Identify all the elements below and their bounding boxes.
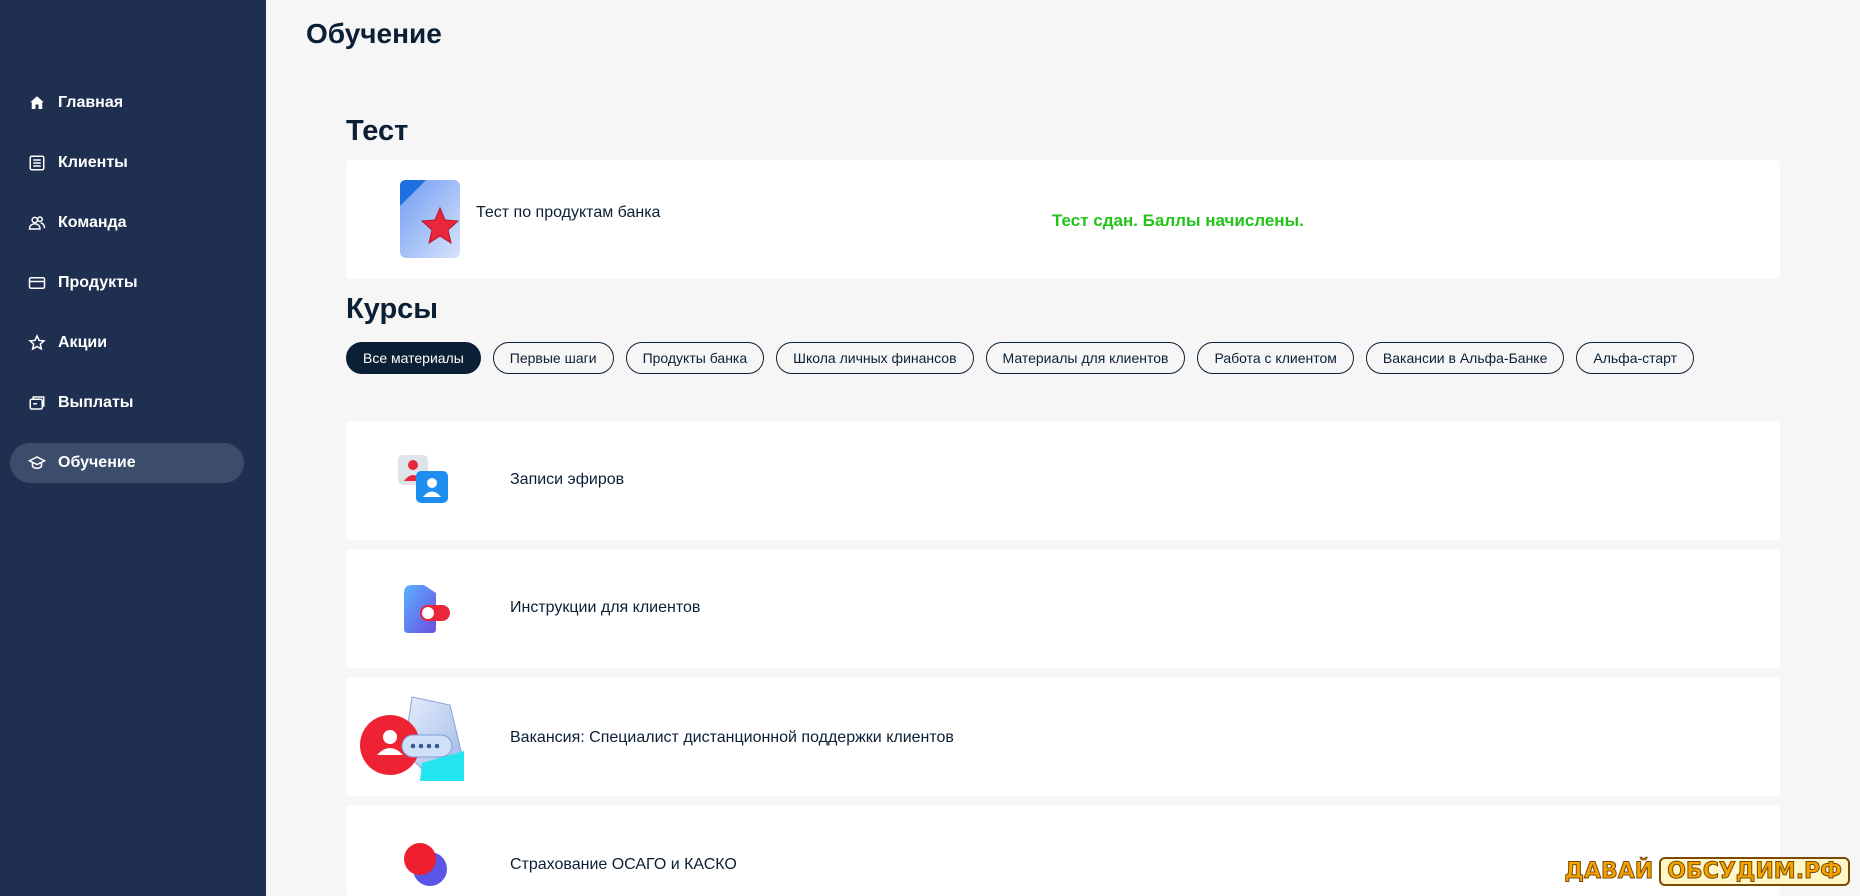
sidebar-item-promotions[interactable]: Акции: [10, 323, 244, 363]
watermark-text-1: ДАВАЙ: [1564, 859, 1654, 885]
page-title: Обучение: [306, 18, 442, 49]
toggle-instructions-icon: [396, 579, 456, 639]
sidebar-item-label: Продукты: [58, 274, 138, 291]
sidebar-item-home[interactable]: Главная: [10, 83, 244, 123]
support-chat-icon: [360, 693, 466, 783]
insurance-circles-icon: [396, 841, 456, 896]
filter-chip-finance-school[interactable]: Школа личных финансов: [776, 342, 974, 374]
course-title: Вакансия: Специалист дистанционной подде…: [510, 729, 954, 746]
graduation-cap-icon: [26, 452, 48, 474]
courses-section-title: Курсы: [346, 293, 439, 325]
payouts-icon: [26, 392, 48, 414]
course-card-vacancy[interactable]: Вакансия: Специалист дистанционной подде…: [346, 677, 1780, 796]
course-filters: Все материалы Первые шаги Продукты банка…: [346, 342, 1695, 374]
filter-chip-first-steps[interactable]: Первые шаги: [492, 342, 614, 374]
sidebar-item-products[interactable]: Продукты: [10, 263, 244, 303]
filter-chip-bank-products[interactable]: Продукты банка: [625, 342, 765, 374]
test-section-title: Тест: [346, 115, 409, 147]
main-content: Обучение Тест Тест по продуктам банка Те…: [266, 0, 1860, 896]
watermark-text-2: ОБСУДИМ.РФ: [1659, 857, 1850, 886]
filter-chip-alfa-start[interactable]: Альфа-старт: [1576, 342, 1695, 374]
sidebar-item-clients[interactable]: Клиенты: [10, 143, 244, 183]
test-card[interactable]: Тест по продуктам банка Тест сдан. Баллы…: [346, 160, 1780, 279]
filter-chip-vacancies[interactable]: Вакансии в Альфа-Банке: [1365, 342, 1565, 374]
course-title: Страхование ОСАГО и КАСКО: [510, 856, 737, 873]
sidebar-item-label: Акции: [58, 334, 108, 351]
broadcast-recordings-icon: [396, 451, 456, 511]
sidebar-item-label: Выплаты: [58, 394, 134, 411]
sidebar-item-payouts[interactable]: Выплаты: [10, 383, 244, 423]
filter-chip-all[interactable]: Все материалы: [346, 342, 481, 374]
star-icon: [26, 332, 48, 354]
sidebar-item-label: Клиенты: [58, 154, 128, 171]
sidebar: Главная Клиенты Команда Продукты Акции В…: [0, 0, 266, 896]
course-card-broadcasts[interactable]: Записи эфиров: [346, 421, 1780, 540]
home-icon: [26, 92, 48, 114]
test-name: Тест по продуктам банка: [476, 204, 661, 221]
sidebar-item-label: Обучение: [58, 454, 136, 471]
list-icon: [26, 152, 48, 174]
watermark-logo: ДАВАЙ ОБСУДИМ.РФ: [1564, 857, 1850, 886]
test-document-star-icon: [396, 176, 466, 262]
filter-chip-client-work[interactable]: Работа с клиентом: [1197, 342, 1354, 374]
filter-chip-client-materials[interactable]: Материалы для клиентов: [985, 342, 1186, 374]
course-title: Записи эфиров: [510, 471, 625, 488]
course-card-instructions[interactable]: Инструкции для клиентов: [346, 549, 1780, 668]
sidebar-item-learning[interactable]: Обучение: [10, 443, 244, 483]
card-icon: [26, 272, 48, 294]
test-status: Тест сдан. Баллы начислены.: [1052, 211, 1304, 230]
course-title: Инструкции для клиентов: [510, 599, 701, 616]
team-icon: [26, 212, 48, 234]
sidebar-item-label: Главная: [58, 94, 124, 111]
sidebar-item-label: Команда: [58, 214, 127, 231]
sidebar-item-team[interactable]: Команда: [10, 203, 244, 243]
